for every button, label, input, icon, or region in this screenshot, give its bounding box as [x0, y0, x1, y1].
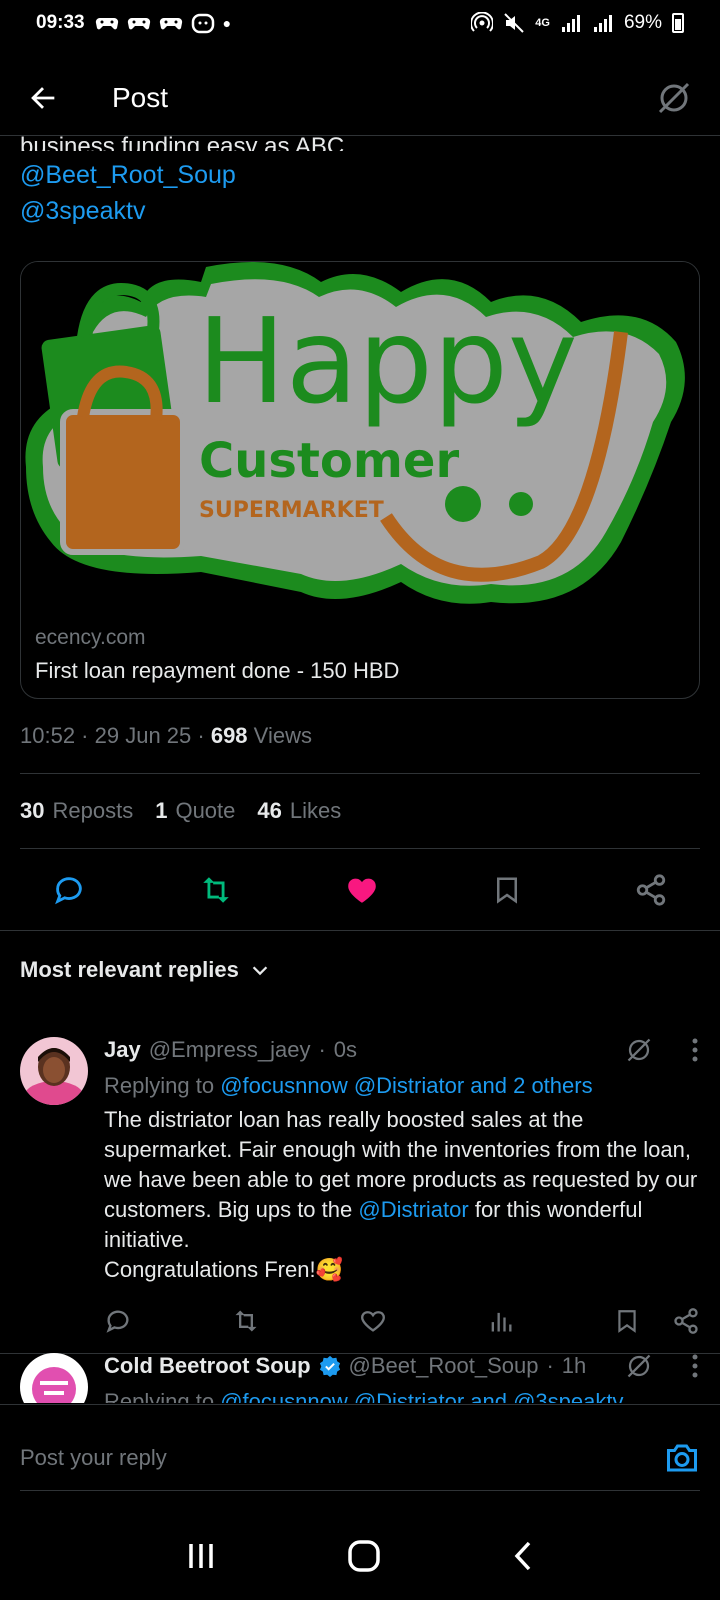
card-domain: ecency.com: [35, 626, 146, 649]
post-mention[interactable]: @Beet_Root_Soup: [0, 157, 720, 193]
post-time: 10:52: [20, 723, 76, 748]
reply-time: 0s: [333, 1037, 358, 1062]
reposts-stat[interactable]: 30 Reposts: [20, 798, 133, 824]
reply-header: Cold Beetroot Soup @Beet_Root_Soup · 1h: [104, 1351, 700, 1381]
notification-icons: ●: [95, 12, 231, 34]
replying-to-users[interactable]: @focusnnow @Distriator and @3speaktv: [220, 1389, 623, 1403]
share-icon[interactable]: [672, 1307, 700, 1335]
verified-badge-icon: [319, 1355, 340, 1377]
system-nav-bar: [0, 1512, 720, 1600]
home-icon[interactable]: [347, 1539, 381, 1573]
separator-dot: ·: [546, 1353, 554, 1378]
app-notification-icon: [191, 13, 214, 34]
signal-icon: [561, 15, 580, 32]
card-meta: ecency.com First loan repayment done - 1…: [21, 610, 699, 698]
happy-customer-logo: Happy Customer SUPERMARKET: [25, 262, 685, 604]
grok-icon[interactable]: [624, 1035, 654, 1065]
dot-icon: ●: [222, 15, 232, 31]
post-header: Post: [0, 60, 720, 136]
views-count: 698: [210, 723, 248, 748]
reply-item[interactable]: Jay @Empress_jaey · 0s Replying to @focu…: [0, 1007, 720, 1354]
signal-icon: [593, 15, 612, 32]
game-controller-icon: [95, 17, 118, 30]
replies-filter-label: Most relevant replies: [20, 957, 239, 982]
post-detail: business funding easy as ABC. @Beet_Root…: [0, 133, 720, 1354]
chevron-down-icon: [252, 966, 268, 976]
reply-composer: Post your reply: [0, 1404, 720, 1512]
battery-percent: 69%: [623, 12, 662, 33]
post-date: 29 Jun 25: [94, 723, 192, 748]
mention-link[interactable]: @Distriator: [358, 1197, 468, 1222]
more-options-icon[interactable]: [690, 1037, 700, 1063]
reply-input[interactable]: Post your reply: [20, 1445, 167, 1471]
system-indicators: 4G 69%: [471, 12, 684, 34]
like-filled-icon[interactable]: [345, 873, 379, 907]
reply-header: Jay @Empress_jaey · 0s: [104, 1035, 700, 1065]
reply-item[interactable]: Cold Beetroot Soup @Beet_Root_Soup · 1h …: [0, 1337, 720, 1403]
views-label: Views: [253, 723, 312, 748]
link-card[interactable]: Happy Customer SUPERMARKET ecency.com Fi…: [20, 261, 700, 699]
replies-filter[interactable]: Most relevant replies: [0, 931, 720, 983]
separator-dot: ·: [318, 1037, 326, 1062]
post-mention[interactable]: @3speaktv: [0, 193, 720, 229]
reply-time: 1h: [561, 1353, 587, 1378]
repost-icon[interactable]: [199, 873, 233, 907]
share-icon[interactable]: [634, 873, 668, 907]
game-controller-icon: [127, 17, 150, 30]
recent-apps-icon[interactable]: [185, 1541, 217, 1571]
like-icon[interactable]: [359, 1307, 387, 1335]
post-timestamp: 10:52 · 29 Jun 25 · 698 Views: [20, 699, 700, 774]
status-bar: 09:33 ● 4G 69%: [0, 0, 720, 46]
card-image: Happy Customer SUPERMARKET: [21, 262, 699, 610]
likes-stat[interactable]: 46 Likes: [257, 798, 341, 824]
replying-to: Replying to @focusnnow @Distriator and @…: [104, 1387, 700, 1403]
grok-icon[interactable]: [624, 1351, 654, 1381]
reply-author-handle[interactable]: @Beet_Root_Soup: [349, 1353, 539, 1379]
bookmark-icon[interactable]: [614, 1307, 640, 1335]
avatar[interactable]: [20, 1037, 88, 1105]
battery-icon: [672, 13, 684, 33]
reply-actions: [104, 1307, 700, 1335]
camera-icon[interactable]: [664, 1440, 700, 1476]
game-controller-icon: [159, 17, 182, 30]
back-icon[interactable]: [511, 1539, 535, 1573]
bookmark-icon[interactable]: [492, 873, 522, 907]
logo-word-customer: Customer: [199, 433, 459, 489]
reply-author-handle[interactable]: @Empress_jaey: [149, 1037, 311, 1063]
reply-author-name[interactable]: Jay: [104, 1037, 141, 1063]
network-type: 4G: [535, 17, 550, 29]
back-arrow-icon[interactable]: [26, 81, 60, 115]
more-options-icon[interactable]: [690, 1353, 700, 1379]
engagement-stats: 30 Reposts 1 Quote 46 Likes: [20, 774, 700, 849]
page-title: Post: [112, 81, 169, 113]
reply-text: The distriator loan has really boosted s…: [104, 1107, 698, 1282]
analytics-icon[interactable]: [487, 1307, 515, 1335]
reply-icon[interactable]: [52, 873, 86, 907]
logo-word-happy: Happy: [197, 292, 578, 430]
status-time: 09:33: [36, 12, 85, 33]
repost-icon[interactable]: [232, 1307, 260, 1335]
reply-author-name[interactable]: Cold Beetroot Soup: [104, 1353, 311, 1379]
avatar[interactable]: [20, 1353, 88, 1403]
mute-icon: [504, 13, 524, 33]
post-actions: [0, 849, 720, 931]
replying-to: Replying to @focusnnow @Distriator and 2…: [104, 1073, 593, 1098]
grok-icon[interactable]: [654, 78, 694, 118]
hotspot-icon: [471, 12, 494, 32]
card-title: First loan repayment done - 150 HBD: [35, 658, 400, 683]
quotes-stat[interactable]: 1 Quote: [155, 798, 235, 824]
logo-word-supermarket: SUPERMARKET: [199, 498, 384, 523]
replying-to-users[interactable]: @focusnnow @Distriator and 2 others: [220, 1073, 592, 1098]
reply-icon[interactable]: [104, 1307, 132, 1335]
